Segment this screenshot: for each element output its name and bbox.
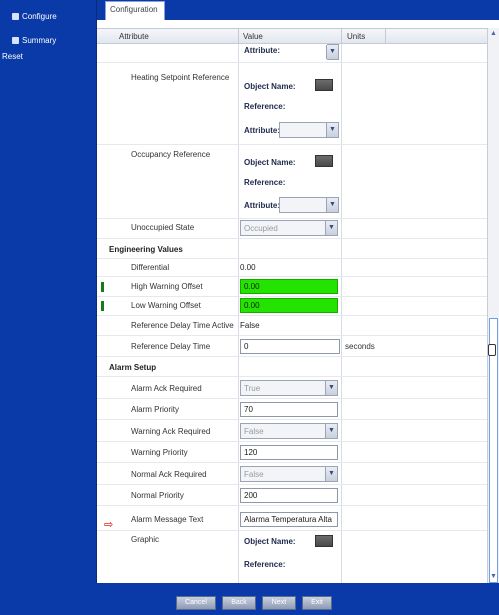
reference-label: Reference: <box>244 178 286 187</box>
reference-delay-time-active-label: Reference Delay Time Active <box>131 321 234 330</box>
cancel-button[interactable]: Cancel <box>176 596 216 610</box>
object-name-label: Object Name: <box>244 537 296 546</box>
attribute-select[interactable]: ▼ <box>279 122 339 138</box>
object-browse-button[interactable] <box>315 155 333 167</box>
attribute-select-arrow[interactable]: ▼ <box>326 44 339 60</box>
column-units[interactable]: Units <box>347 32 365 41</box>
reference-delay-time-units: seconds <box>345 342 375 351</box>
alarm-ack-required-select[interactable]: True ▼ <box>240 380 338 396</box>
normal-ack-required-label: Normal Ack Required <box>131 470 207 479</box>
warning-ack-required-label: Warning Ack Required <box>131 427 211 436</box>
back-button[interactable]: Back <box>222 596 256 610</box>
high-warning-offset-input[interactable]: 0.00 <box>240 279 338 294</box>
low-warning-offset-input[interactable]: 0.00 <box>240 298 338 313</box>
modified-flag-icon <box>101 282 104 292</box>
attribute-select[interactable]: ▼ <box>279 197 339 213</box>
heating-setpoint-reference-label: Heating Setpoint Reference <box>131 73 230 82</box>
scroll-down-icon[interactable]: ▼ <box>490 573 497 580</box>
sidebar-item-label: Summary <box>22 36 57 45</box>
next-button[interactable]: Next <box>262 596 296 610</box>
warning-priority-input[interactable]: 120 <box>240 445 338 460</box>
warning-priority-label: Warning Priority <box>131 448 188 457</box>
sidebar-item-configure[interactable]: Configure <box>12 12 57 21</box>
sidebar-item-summary[interactable]: Summary <box>12 36 56 45</box>
modified-flag-icon <box>101 301 104 311</box>
differential-label: Differential <box>131 263 170 272</box>
alarm-priority-label: Alarm Priority <box>131 405 180 414</box>
object-name-label: Object Name: <box>244 158 296 167</box>
sidebar-item-label: Reset <box>2 52 23 61</box>
attribute-label: Attribute: <box>244 126 280 135</box>
exit-button[interactable]: Exit <box>302 596 332 610</box>
reference-label: Reference: <box>244 102 286 111</box>
reference-delay-time-input[interactable]: 0 <box>240 339 340 354</box>
column-attribute[interactable]: Attribute <box>119 32 149 41</box>
object-browse-button[interactable] <box>315 79 333 91</box>
graphic-label: Graphic <box>131 535 160 544</box>
engineering-values-heading: Engineering Values <box>109 245 183 254</box>
occupancy-reference-label: Occupancy Reference <box>131 150 211 159</box>
alarm-message-text-label: Alarm Message Text <box>131 515 204 524</box>
sidebar-item-reset[interactable]: Reset <box>2 52 23 61</box>
reference-label: Reference: <box>244 560 286 569</box>
column-value[interactable]: Value <box>243 32 263 41</box>
chevron-down-icon: ▼ <box>325 467 337 481</box>
high-warning-offset-label: High Warning Offset <box>131 282 203 291</box>
normal-priority-label: Normal Priority <box>131 491 184 500</box>
vertical-scrollbar[interactable]: ▲ ▼ <box>487 28 499 583</box>
alarm-setup-heading: Alarm Setup <box>109 363 157 372</box>
attribute-label: Attribute: <box>244 201 280 210</box>
low-warning-offset-label: Low Warning Offset <box>131 301 201 310</box>
sidebar: Configure Summary Reset <box>0 0 97 583</box>
warning-ack-required-select[interactable]: False ▼ <box>240 423 338 439</box>
object-browse-button[interactable] <box>315 535 333 547</box>
chevron-down-icon: ▼ <box>325 381 337 395</box>
alarm-priority-input[interactable]: 70 <box>240 402 338 417</box>
attribute-label: Attribute: <box>244 46 280 55</box>
chevron-down-icon: ▼ <box>325 221 337 235</box>
scrollbar-thumb[interactable] <box>489 318 498 583</box>
normal-ack-required-select[interactable]: False ▼ <box>240 466 338 482</box>
mouse-cursor-icon <box>488 344 496 356</box>
unoccupied-state-select[interactable]: Occupied ▼ <box>240 220 338 236</box>
tab-bar: Configuration <box>97 0 499 20</box>
reference-delay-time-label: Reference Delay Time <box>131 342 211 351</box>
list-icon <box>12 37 19 44</box>
chevron-down-icon: ▼ <box>326 45 338 59</box>
gear-icon <box>12 13 19 20</box>
alarm-ack-required-label: Alarm Ack Required <box>131 384 202 393</box>
scroll-up-icon[interactable]: ▲ <box>490 30 497 37</box>
column-header: Attribute Value Units <box>97 28 487 44</box>
normal-priority-input[interactable]: 200 <box>240 488 338 503</box>
chevron-down-icon: ▼ <box>325 424 337 438</box>
bottom-bar: Cancel Back Next Exit <box>0 583 499 615</box>
unoccupied-state-label: Unoccupied State <box>131 223 195 232</box>
object-name-label: Object Name: <box>244 82 296 91</box>
differential-value[interactable]: 0.00 <box>240 263 256 272</box>
configuration-panel: Attribute Value Units Attribute: ▼ Heati… <box>97 20 499 583</box>
reference-delay-time-active-value: False <box>240 321 260 330</box>
sidebar-item-label: Configure <box>22 12 57 21</box>
chevron-down-icon: ▼ <box>326 123 338 137</box>
tab-configuration[interactable]: Configuration <box>105 1 165 20</box>
alarm-message-text-input[interactable]: Alarma Temperatura Alta <box>240 512 338 527</box>
chevron-down-icon: ▼ <box>326 198 338 212</box>
